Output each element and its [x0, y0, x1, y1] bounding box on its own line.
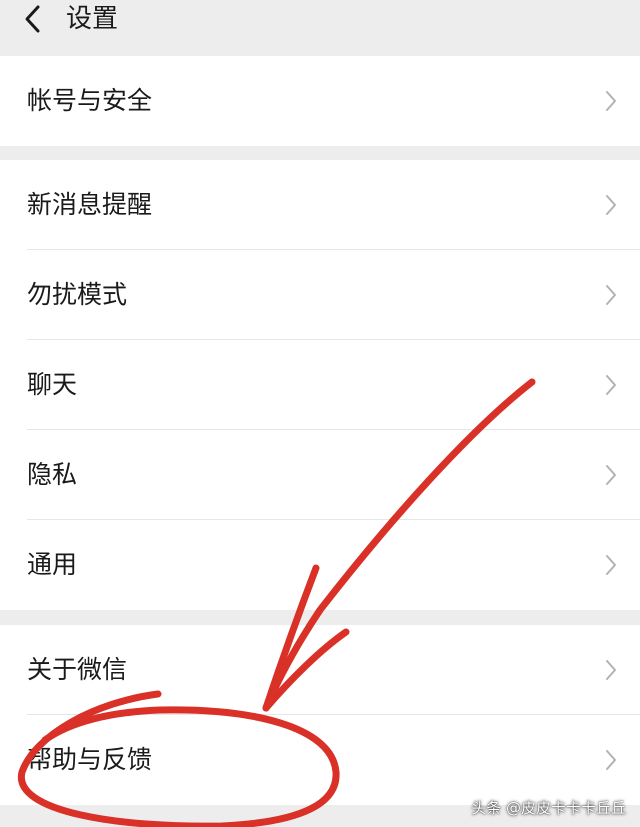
nav-header: 设置: [0, 0, 640, 54]
settings-item-label: 新消息提醒: [27, 190, 153, 219]
settings-item-privacy[interactable]: 隐私: [0, 430, 640, 520]
chevron-right-icon: [606, 660, 616, 680]
page-title: 设置: [66, 4, 119, 34]
settings-item-label: 聊天: [27, 370, 78, 399]
settings-item-chat[interactable]: 聊天: [0, 340, 640, 430]
chevron-right-icon: [606, 91, 616, 111]
back-chevron-icon[interactable]: [20, 2, 48, 36]
settings-item-label: 隐私: [27, 460, 78, 489]
settings-group-about: 关于微信 帮助与反馈: [0, 625, 640, 805]
settings-item-account-security[interactable]: 帐号与安全: [0, 56, 640, 146]
chevron-right-icon: [606, 555, 616, 575]
watermark: 头条 @皮皮卡卡卡丘丘: [471, 799, 626, 817]
settings-item-label: 通用: [27, 550, 78, 579]
settings-item-label: 帐号与安全: [27, 86, 153, 115]
settings-item-label: 帮助与反馈: [27, 745, 153, 774]
chevron-right-icon: [606, 195, 616, 215]
settings-item-help-feedback[interactable]: 帮助与反馈: [0, 715, 640, 805]
settings-item-general[interactable]: 通用: [0, 520, 640, 610]
settings-group-account: 帐号与安全: [0, 56, 640, 146]
settings-item-about-wechat[interactable]: 关于微信: [0, 625, 640, 715]
chevron-right-icon: [606, 465, 616, 485]
settings-group-general: 新消息提醒 勿扰模式 聊天 隐私 通用: [0, 160, 640, 610]
chevron-right-icon: [606, 750, 616, 770]
settings-item-notifications[interactable]: 新消息提醒: [0, 160, 640, 250]
chevron-right-icon: [606, 285, 616, 305]
settings-item-label: 关于微信: [27, 655, 128, 684]
chevron-right-icon: [606, 375, 616, 395]
settings-item-do-not-disturb[interactable]: 勿扰模式: [0, 250, 640, 340]
settings-item-label: 勿扰模式: [27, 280, 128, 309]
